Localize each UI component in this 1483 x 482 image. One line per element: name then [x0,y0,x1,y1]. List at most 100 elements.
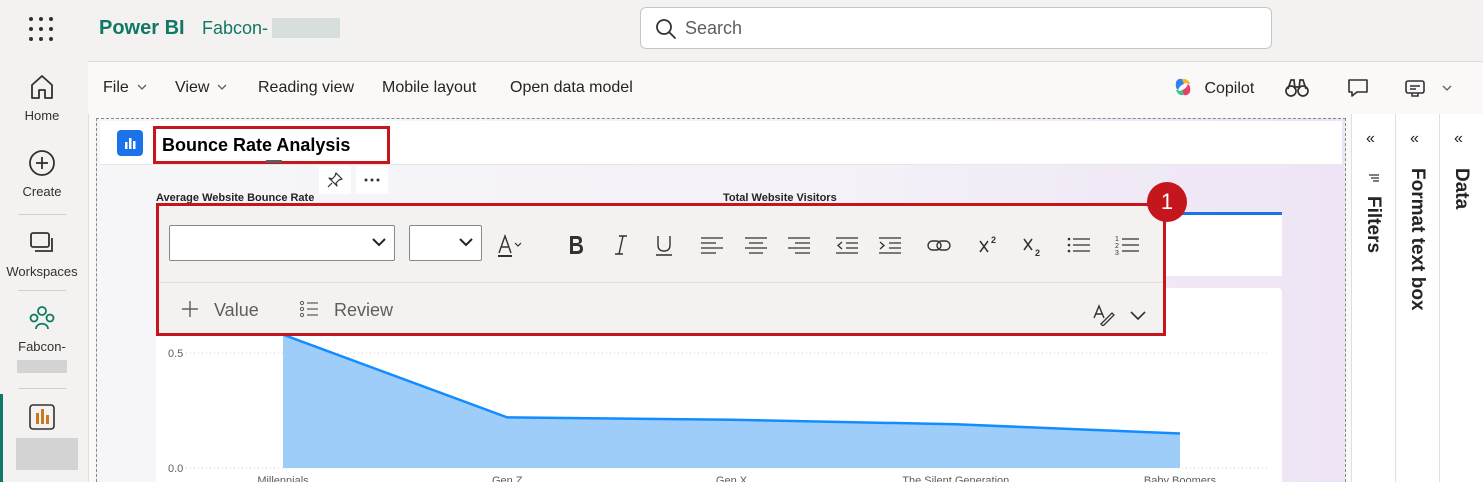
nav-divider [18,214,66,215]
y-tick-label: 0.0 [168,463,183,475]
nav-workspaces[interactable]: Workspaces [0,228,84,279]
nav-fabcon-workspace[interactable]: Fabcon- [0,303,84,373]
workspaces-icon [30,232,53,252]
filters-pane-title: Filters [1363,196,1384,254]
more-options-button[interactable] [356,166,388,194]
nav-home[interactable]: Home [0,72,84,123]
review-button[interactable]: Review [299,300,393,321]
collapse-filters-icon[interactable]: « [1366,130,1375,148]
numbered-list-icon[interactable]: 1 2 3 [1115,232,1141,258]
decrease-indent-icon[interactable] [834,232,860,258]
filter-icon [1369,174,1379,182]
comment-icon[interactable] [1347,78,1369,98]
data-pane[interactable]: « Data [1439,114,1483,482]
nav-workspaces-label: Workspaces [6,264,78,279]
report-logo-icon [117,130,143,156]
report-title[interactable]: Bounce Rate Analysis [162,135,350,156]
svg-text:3: 3 [1115,250,1119,257]
chevron-down-icon [217,84,227,90]
workspace-name[interactable]: Fabcon- [202,18,268,39]
nav-create-label: Create [22,184,62,199]
align-left-icon[interactable] [699,232,725,258]
chevron-down-icon[interactable] [1442,85,1452,91]
align-right-icon[interactable] [786,232,812,258]
list-icon [299,300,318,318]
left-nav: Home Create Workspaces Fabcon- [0,58,84,482]
filters-pane[interactable]: « Filters [1351,114,1395,482]
search-icon [656,19,676,39]
increase-indent-icon[interactable] [877,232,903,258]
chevron-down-icon[interactable] [1130,311,1146,321]
file-menu-label: File [103,79,129,96]
format-text-box-pane[interactable]: « Format text box [1395,114,1439,482]
visitors-card[interactable] [1160,212,1282,276]
step-number-badge: 1 [1147,182,1187,222]
search-input[interactable] [685,16,1245,40]
svg-text:1: 1 [1115,236,1119,243]
underline-icon[interactable] [651,232,677,258]
format-pane-title: Format text box [1407,168,1428,311]
collapse-data-icon[interactable]: « [1454,130,1463,148]
subscribe-icon[interactable] [1404,78,1426,98]
brand-name[interactable]: Power BI [99,17,185,40]
top-bar: Power BI Fabcon- [0,0,1483,58]
nav-home-label: Home [24,108,60,123]
font-family-select[interactable] [169,225,395,261]
svg-text:2: 2 [991,235,996,245]
collapse-format-icon[interactable]: « [1410,130,1419,148]
review-label: Review [334,300,394,320]
link-icon[interactable] [926,232,952,258]
redacted-block [17,360,67,373]
pin-icon [327,172,343,188]
resize-handle[interactable] [266,160,282,163]
bold-icon[interactable] [563,232,589,258]
subscript-icon[interactable]: 2 [1020,232,1046,258]
view-menu[interactable]: View [175,79,227,97]
binoculars-icon[interactable] [1285,77,1309,99]
x-tick-label: Baby Boomers [1144,475,1217,482]
people-icon [29,306,55,330]
app-launcher-icon[interactable] [28,16,54,42]
superscript-icon[interactable]: 2 [976,232,1002,258]
nav-create[interactable]: Create [0,148,84,199]
copilot-button[interactable]: Copilot [1172,76,1254,98]
search-box[interactable] [640,7,1272,49]
bullet-list-icon[interactable] [1066,232,1092,258]
italic-icon[interactable] [608,232,634,258]
bounce-rate-area-chart[interactable]: 0.0 0.5 Millennials Gen Z Gen X The Silent G… [156,336,1282,482]
svg-text:2: 2 [1115,243,1119,250]
x-tick-label: Millennials [257,475,309,482]
add-value-button[interactable]: Value [181,300,259,321]
nav-report[interactable] [0,402,84,470]
redacted-block [16,438,78,470]
reading-view-button[interactable]: Reading view [258,79,354,97]
chevron-down-icon [372,238,386,247]
format-toolbar-row: 2 2 1 2 3 [159,206,1163,283]
chevron-down-icon [137,84,147,90]
pin-visual-button[interactable] [319,166,351,194]
plus-icon [182,301,198,317]
format-action-row: Value Review [159,284,1163,336]
x-axis: Millennials Gen Z Gen X The Silent Generati… [257,475,1216,482]
file-menu[interactable]: File [103,79,147,97]
open-data-model-button[interactable]: Open data model [510,79,633,97]
spell-check-icon[interactable] [1092,304,1116,326]
y-tick-label: 0.5 [168,348,183,360]
x-tick-label: Gen Z [492,475,523,482]
data-pane-title: Data [1451,168,1472,210]
x-tick-label: The Silent Generation [902,475,1009,482]
mobile-layout-button[interactable]: Mobile layout [382,79,476,97]
align-center-icon[interactable] [743,232,769,258]
copilot-label: Copilot [1204,80,1255,97]
report-icon [29,404,55,430]
text-format-popup: 2 2 1 2 3 Value Review [156,203,1166,336]
redacted-block [272,18,340,38]
font-color-icon[interactable] [496,232,522,258]
x-tick-label: Gen X [716,475,748,482]
report-title-textbox[interactable]: Bounce Rate Analysis [153,126,390,164]
svg-text:2: 2 [1035,248,1040,258]
home-icon [31,75,53,99]
nav-divider [18,388,66,389]
font-size-select[interactable] [409,225,482,261]
chart-area-fill [283,336,1180,468]
